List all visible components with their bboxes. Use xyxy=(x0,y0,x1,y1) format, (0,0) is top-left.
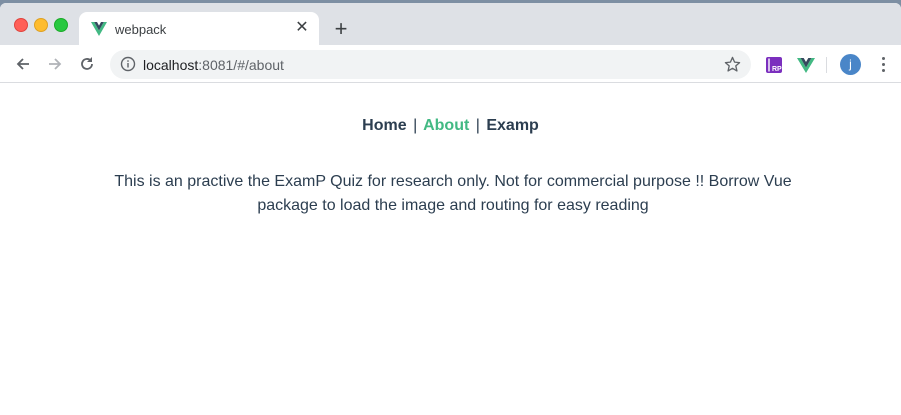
nav-link-examp[interactable]: Examp xyxy=(486,117,538,134)
url-host: localhost xyxy=(143,57,199,73)
info-icon[interactable] xyxy=(120,56,136,72)
nav-separator: | xyxy=(475,117,480,134)
maximize-window-button[interactable] xyxy=(54,18,68,32)
url-path: :8081/#/about xyxy=(198,57,284,73)
page-content: Home | About | Examp This is an practive… xyxy=(0,83,901,415)
page-nav: Home | About | Examp xyxy=(0,117,901,135)
minimize-window-button[interactable] xyxy=(34,18,48,32)
avatar[interactable]: j xyxy=(840,54,861,75)
nav-separator: | xyxy=(413,117,418,134)
more-vertical-icon[interactable] xyxy=(877,57,889,73)
reload-icon[interactable] xyxy=(78,55,96,73)
close-icon[interactable]: ✕ xyxy=(294,20,310,36)
arrow-left-icon[interactable] xyxy=(14,55,32,73)
svg-text:RP: RP xyxy=(772,66,782,73)
nav-link-about[interactable]: About xyxy=(423,117,469,134)
url-text[interactable]: localhost:8081/#/about xyxy=(143,57,284,73)
star-icon[interactable] xyxy=(724,56,741,73)
browser-window: webpack ✕ + localhost:8081/#/about RP j … xyxy=(0,3,901,415)
tab-title: webpack xyxy=(115,22,167,37)
nav-link-home[interactable]: Home xyxy=(362,117,406,134)
rp-extension-icon[interactable]: RP xyxy=(765,56,783,74)
arrow-right-icon[interactable] xyxy=(46,55,64,73)
toolbar-divider xyxy=(826,57,827,73)
browser-toolbar: localhost:8081/#/about RP j xyxy=(0,45,901,83)
plus-icon[interactable]: + xyxy=(331,18,351,40)
vue-logo-icon xyxy=(91,22,107,36)
vue-devtools-icon[interactable] xyxy=(797,56,815,74)
title-bar: webpack ✕ + xyxy=(0,3,901,45)
address-bar[interactable]: localhost:8081/#/about xyxy=(110,50,751,79)
close-window-button[interactable] xyxy=(14,18,28,32)
about-description: This is an practive the ExamP Quiz for r… xyxy=(114,173,792,214)
browser-tab[interactable]: webpack ✕ xyxy=(79,12,319,45)
